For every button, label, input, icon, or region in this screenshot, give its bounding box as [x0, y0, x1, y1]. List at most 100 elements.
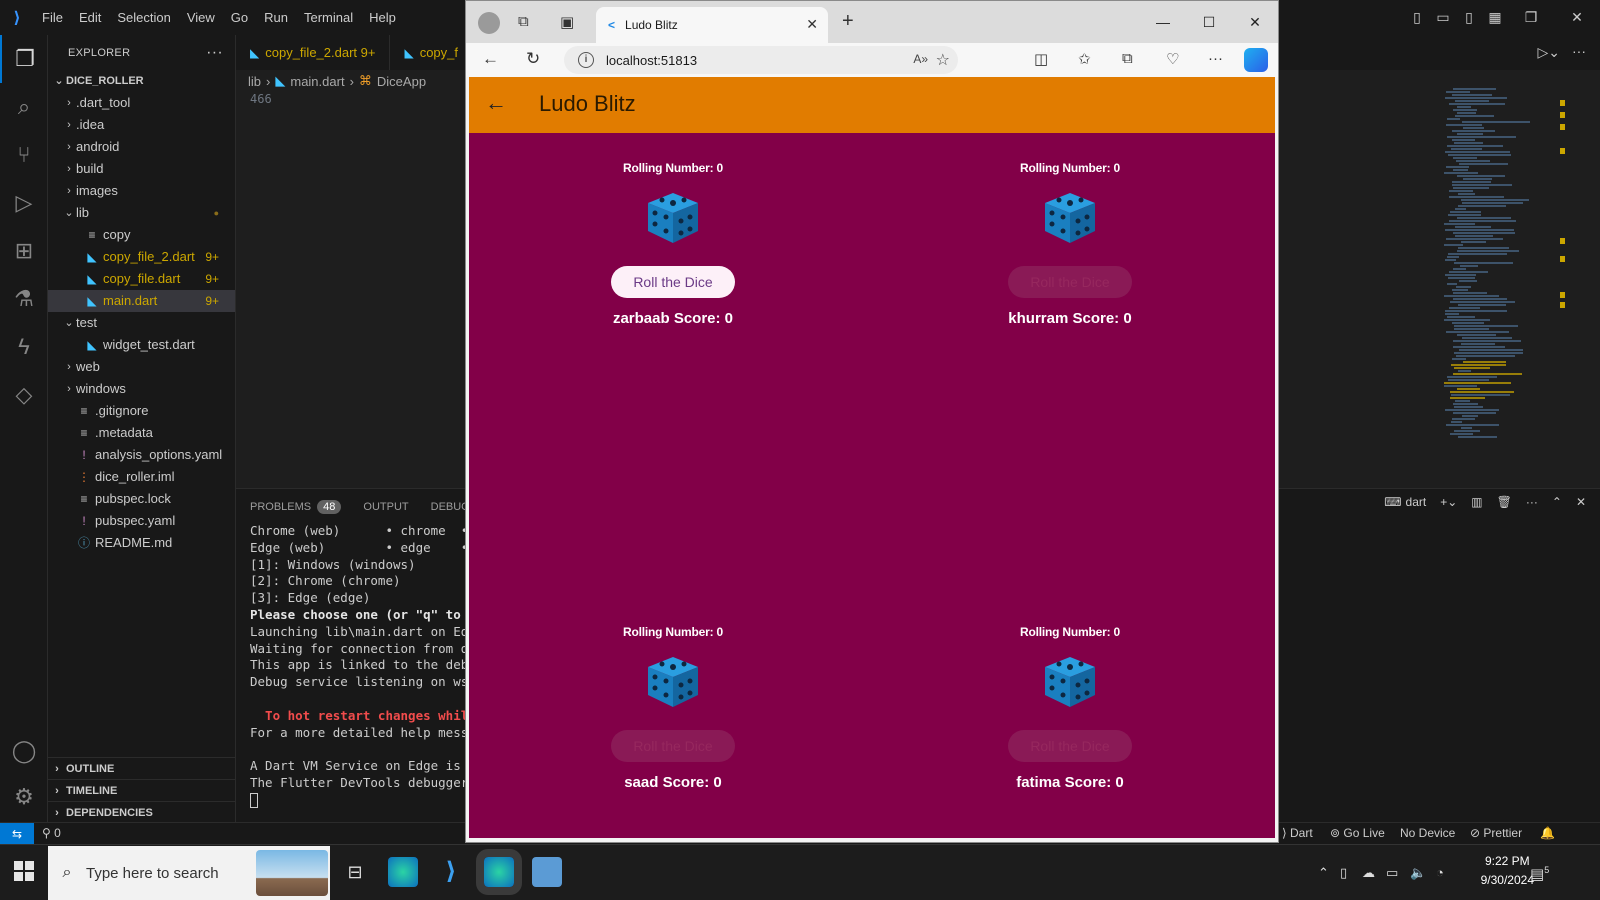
tree-item[interactable]: ◣ main.dart 9+ [48, 290, 235, 312]
edge-taskbar-icon[interactable] [388, 857, 418, 887]
vscode-close-icon[interactable]: ✕ [1554, 9, 1600, 26]
wifi-icon[interactable]: ◔ [1436, 865, 1444, 880]
profile-avatar[interactable] [478, 12, 500, 34]
tab-problems[interactable]: PROBLEMS 48 [250, 495, 342, 519]
timeline-section[interactable]: › TIMELINE [48, 779, 235, 801]
flutter-icon[interactable]: ◇ [0, 371, 48, 419]
copilot-icon[interactable] [1244, 48, 1268, 72]
tab-copy-file[interactable]: ◣ copy_f [390, 35, 473, 70]
new-terminal-icon[interactable]: +⌄ [1440, 495, 1457, 509]
extensions-icon[interactable]: ⊞ [0, 227, 48, 275]
menu-go[interactable]: Go [223, 10, 256, 25]
terminal-name[interactable]: dart [1406, 495, 1427, 509]
editor-more-icon[interactable]: ··· [1572, 43, 1586, 59]
battery-icon[interactable]: ▭ [1386, 865, 1398, 881]
close-tab-icon[interactable]: ✕ [806, 16, 818, 33]
thunder-icon[interactable]: ϟ [0, 323, 48, 371]
minimize-icon[interactable]: — [1140, 1, 1186, 43]
tree-item[interactable]: ≡ copy [48, 224, 235, 246]
read-aloud-icon[interactable]: A» [913, 52, 928, 66]
search-icon[interactable]: ⌕ [0, 83, 48, 131]
tree-item[interactable]: › .idea [48, 114, 235, 136]
run-icon[interactable]: ▷⌄ [1538, 44, 1561, 61]
toggle-panel-icon[interactable]: ▭ [1430, 9, 1456, 26]
clock[interactable]: 9:22 PM 9/30/2024 [1481, 852, 1534, 890]
tree-item[interactable]: ≡ .gitignore [48, 400, 235, 422]
tree-item[interactable]: › android [48, 136, 235, 158]
taskbar-search[interactable]: ⌕ Type here to search [48, 846, 330, 900]
dependencies-section[interactable]: › DEPENDENCIES [48, 801, 235, 823]
remote-icon[interactable]: ⇆ [0, 823, 34, 845]
edge-active-taskbar-icon[interactable] [476, 849, 522, 895]
site-info-icon[interactable]: i [578, 52, 594, 68]
device-status[interactable]: No Device [1400, 826, 1455, 840]
tree-item[interactable]: › windows [48, 378, 235, 400]
breadcrumb-main[interactable]: main.dart [290, 74, 344, 89]
tab-copy-file-2[interactable]: ◣ copy_file_2.dart 9+ [236, 35, 391, 70]
browser-essentials-icon[interactable]: ♡ [1166, 50, 1179, 68]
close-window-icon[interactable]: ✕ [1232, 1, 1278, 43]
back-icon[interactable]: ← [482, 49, 499, 69]
refresh-icon[interactable]: ↻ [526, 49, 540, 69]
tree-item[interactable]: ≡ .metadata [48, 422, 235, 444]
menu-file[interactable]: File [34, 10, 71, 25]
terminal-output[interactable]: Chrome (web) • chrome • w Edge (web) • ed… [250, 523, 483, 808]
outline-section[interactable]: › OUTLINE [48, 757, 235, 779]
testing-icon[interactable]: ⚗ [0, 275, 48, 323]
workspaces-icon[interactable]: ⧉ [518, 13, 529, 30]
tray-device-icon[interactable]: ▯ [1340, 865, 1347, 881]
tree-item[interactable]: ! pubspec.yaml [48, 510, 235, 532]
tree-item[interactable]: › .dart_tool [48, 92, 235, 114]
golive-status[interactable]: ⊚ Go Live [1330, 826, 1385, 840]
toggle-secondary-sidebar-icon[interactable]: ▯ [1456, 9, 1482, 26]
language-status[interactable]: ⟩ Dart [1282, 826, 1313, 840]
maximize-panel-icon[interactable]: ⌃ [1552, 495, 1562, 509]
vscode-restore-icon[interactable]: ❐ [1508, 9, 1554, 26]
split-terminal-icon[interactable]: ▥ [1471, 495, 1482, 509]
notification-center-icon[interactable]: ▤5 [1530, 865, 1549, 883]
menu-run[interactable]: Run [256, 10, 296, 25]
maximize-icon[interactable]: ☐ [1186, 1, 1232, 43]
collections-icon[interactable]: ⧉ [1122, 50, 1133, 67]
tree-item[interactable]: ⋮ dice_roller.iml [48, 466, 235, 488]
minimap[interactable] [1440, 88, 1558, 448]
menu-view[interactable]: View [179, 10, 223, 25]
split-screen-icon[interactable]: ◫ [1034, 50, 1048, 68]
run-debug-icon[interactable]: ▷ [0, 179, 48, 227]
menu-help[interactable]: Help [361, 10, 404, 25]
settings-more-icon[interactable]: ··· [1208, 50, 1223, 67]
settings-gear-icon[interactable]: ⚙ [0, 773, 48, 821]
new-tab-icon[interactable]: + [842, 10, 854, 33]
tree-item[interactable]: ⓘ README.md [48, 532, 235, 554]
project-root[interactable]: ⌄ DICE_ROLLER [48, 70, 235, 92]
source-control-icon[interactable]: ⑂ [0, 131, 48, 179]
task-view-icon[interactable]: ⊟ [340, 857, 370, 887]
tree-item[interactable]: ◣ widget_test.dart [48, 334, 235, 356]
panel-more-icon[interactable]: ··· [1526, 495, 1538, 509]
explorer-icon[interactable]: ❐ [0, 35, 48, 83]
roll-dice-button[interactable]: Roll the Dice [611, 266, 735, 298]
customize-layout-icon[interactable]: ▦ [1482, 9, 1508, 26]
tree-item[interactable]: ◣ copy_file_2.dart 9+ [48, 246, 235, 268]
onedrive-icon[interactable]: ☁ [1362, 865, 1375, 881]
more-actions-icon[interactable]: ··· [206, 44, 223, 62]
tree-item[interactable]: ⌄ lib ● [48, 202, 235, 224]
menu-edit[interactable]: Edit [71, 10, 109, 25]
vertical-tabs-icon[interactable]: ▣ [560, 13, 574, 31]
account-icon[interactable]: ◯ [0, 727, 48, 775]
volume-icon[interactable]: 🔈 [1410, 865, 1426, 881]
tree-item[interactable]: › web [48, 356, 235, 378]
windows-start-icon[interactable] [14, 861, 34, 881]
prettier-status[interactable]: ⊘ Prettier [1470, 826, 1522, 840]
app-taskbar-icon[interactable] [532, 857, 562, 887]
tab-output[interactable]: OUTPUT [363, 495, 408, 519]
tree-item[interactable]: ≡ pubspec.lock [48, 488, 235, 510]
kill-terminal-icon[interactable]: 🗑 [1497, 495, 1512, 509]
menu-selection[interactable]: Selection [109, 10, 178, 25]
back-arrow-icon[interactable]: ← [485, 90, 507, 116]
close-panel-icon[interactable]: ✕ [1576, 495, 1586, 509]
menu-terminal[interactable]: Terminal [296, 10, 361, 25]
tree-item[interactable]: ◣ copy_file.dart 9+ [48, 268, 235, 290]
notifications-bell-icon[interactable]: 🔔 [1540, 826, 1555, 840]
favorites-icon[interactable]: ✩ [1078, 50, 1091, 68]
